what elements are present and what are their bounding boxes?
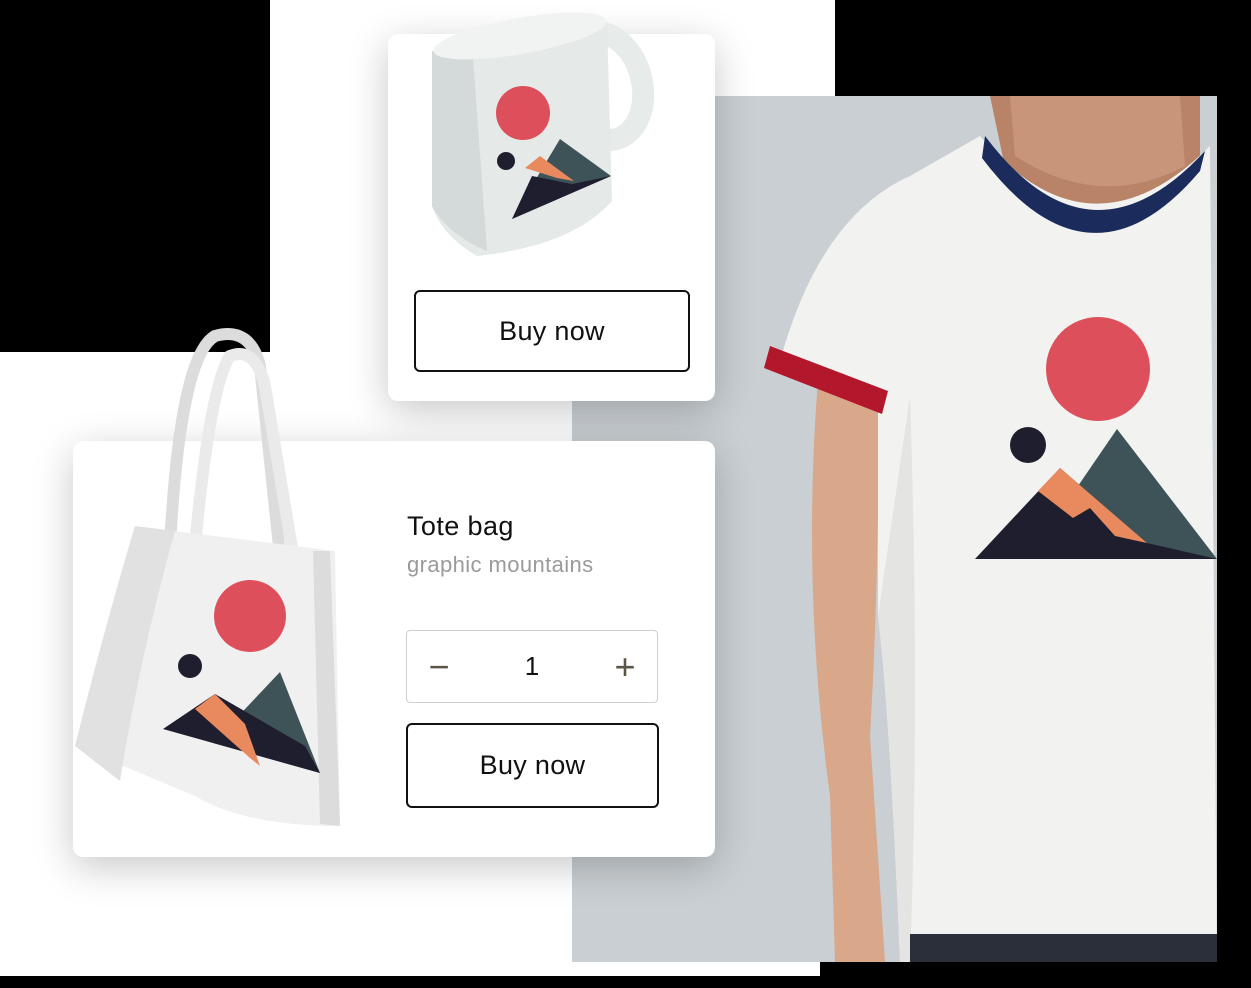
tote-product-card: Tote bag graphic mountains − 1 + Buy now [73, 328, 715, 857]
increment-button[interactable]: + [593, 631, 657, 702]
mug-buy-now-button[interactable]: Buy now [414, 290, 690, 372]
quantity-stepper: − 1 + [406, 630, 658, 703]
mug-product-card: Buy now [388, 12, 715, 401]
mug-image [432, 12, 655, 256]
quantity-value: 1 [524, 651, 540, 681]
tshirt-product-image [760, 96, 1217, 962]
product-title: Tote bag [407, 511, 514, 541]
tote-bag-image [75, 328, 340, 826]
minus-icon: − [428, 645, 450, 687]
plus-icon: + [614, 645, 636, 687]
tote-buy-now-button[interactable]: Buy now [406, 723, 659, 808]
tshirt-illustration [764, 96, 1217, 962]
product-subtitle: graphic mountains [407, 552, 594, 577]
decrement-button[interactable]: − [407, 631, 471, 702]
